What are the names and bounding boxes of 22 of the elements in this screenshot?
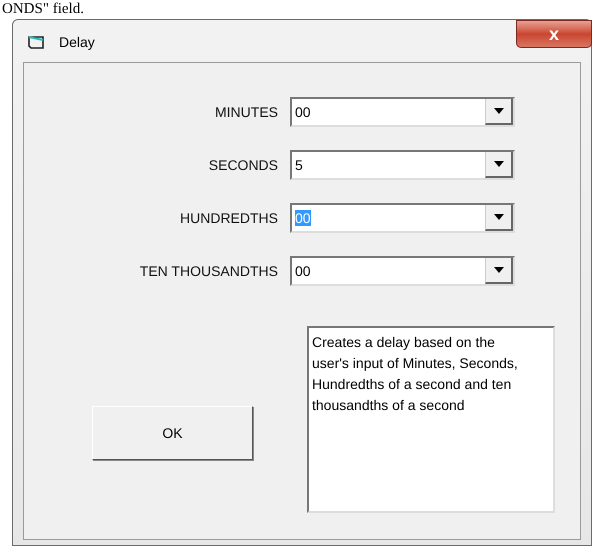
close-button[interactable]: x <box>516 20 592 48</box>
dropdown[interactable]: 00 <box>290 97 515 127</box>
ok-button[interactable]: OK <box>92 406 253 460</box>
caret-icon[interactable] <box>485 99 513 125</box>
document-text: ONDS" field. <box>2 0 84 19</box>
dropdown-value: 00 <box>295 210 311 226</box>
field-label: MINUTES <box>214 102 279 122</box>
caret-icon[interactable] <box>485 205 513 231</box>
caret-icon[interactable] <box>485 258 513 284</box>
window-icon <box>27 34 47 52</box>
description-text: Creates a delay based on the user's input of Minutes, Seconds, Hundredths of a second and ten thousandths of a second <box>312 333 519 415</box>
field-label: SECONDS <box>208 156 279 174</box>
field-label: TEN THOUSANDTHS <box>138 262 279 280</box>
description-box[interactable]: Creates a delay based on the user's input of Minutes, Seconds, Hundredths of a second and ten thousandths of a second <box>307 326 555 513</box>
dropdown[interactable]: 5 <box>290 150 515 180</box>
caret-icon[interactable] <box>485 152 513 178</box>
dropdown-value: 00 <box>295 104 311 120</box>
window-title: Delay <box>59 33 95 52</box>
dropdown-value: 00 <box>295 263 311 279</box>
field-label: HUNDREDTHS <box>179 208 279 228</box>
dropdown[interactable]: 00 <box>290 256 515 286</box>
dropdown-value: 5 <box>295 157 303 173</box>
